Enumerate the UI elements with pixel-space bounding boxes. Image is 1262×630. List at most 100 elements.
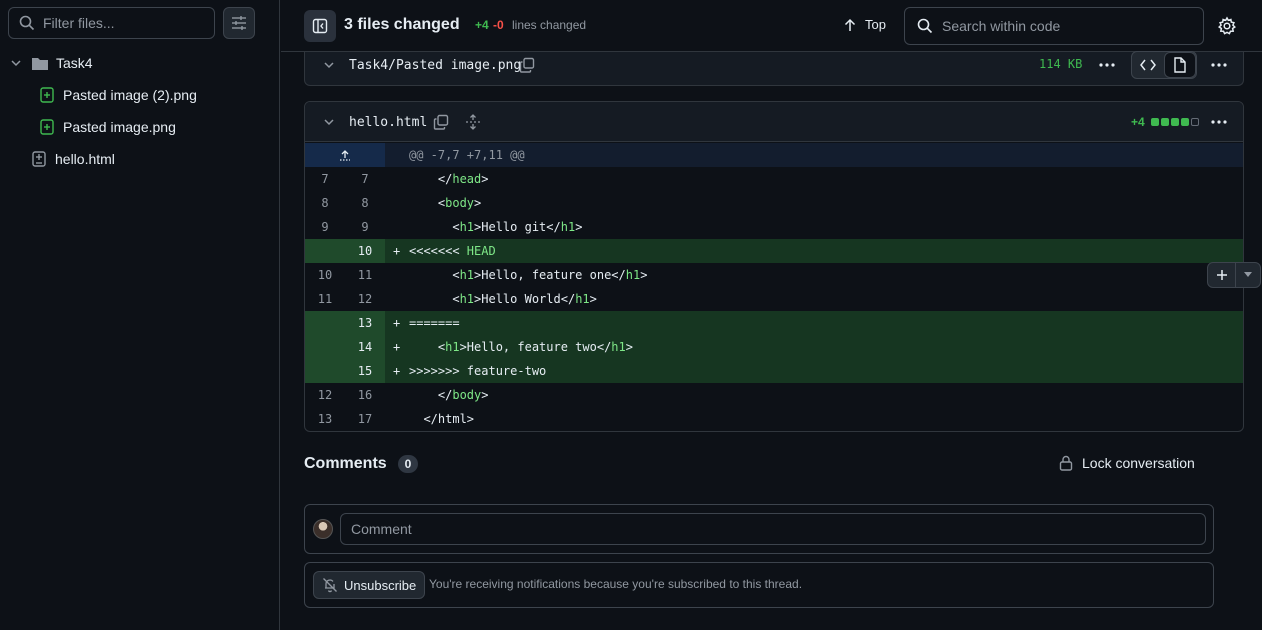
- expand-up-button[interactable]: [305, 143, 385, 167]
- sidebar-collapse-icon: [312, 18, 328, 34]
- file-diff-pasted-image: Task4/Pasted image.png 114 KB: [304, 51, 1244, 86]
- diff-row-context[interactable]: 12 16 </body>: [305, 383, 1243, 407]
- expand-all-button[interactable]: [463, 112, 483, 132]
- chevron-down-icon[interactable]: [323, 116, 335, 128]
- code-line: </html>: [409, 412, 475, 426]
- old-line-number[interactable]: 8: [305, 191, 345, 215]
- file-name[interactable]: Task4/Pasted image.png: [349, 58, 521, 73]
- settings-button[interactable]: [1217, 16, 1237, 39]
- file-header: hello.html +4: [305, 102, 1243, 142]
- file-size: 114 KB: [1039, 57, 1083, 71]
- filter-files-input[interactable]: [43, 15, 203, 31]
- file-diff-hello-html: hello.html +4 @@ -7,7 +7,11 @@ 77 </head…: [304, 101, 1244, 432]
- comments-heading: Comments: [304, 455, 387, 472]
- hunk-header: @@ -7,7 +7,11 @@: [385, 143, 1243, 167]
- unsubscribe-button[interactable]: Unsubscribe: [313, 571, 426, 599]
- deletions-count: -0: [493, 18, 504, 32]
- code-icon: [1140, 59, 1156, 71]
- gear-icon: [1218, 16, 1236, 35]
- diffstat-square: [1171, 118, 1179, 126]
- top-button[interactable]: Top: [843, 17, 886, 32]
- filter-options-button[interactable]: [223, 7, 255, 39]
- new-line-number[interactable]: 12: [345, 287, 385, 311]
- old-line-number[interactable]: 9: [305, 215, 345, 239]
- old-line-number[interactable]: 7: [305, 167, 345, 191]
- diff-row-context[interactable]: 13 17 </html>: [305, 407, 1243, 431]
- diff-row-context[interactable]: 11 12 <h1>Hello World</h1>: [305, 287, 1243, 311]
- search-within-code-input[interactable]: [942, 18, 1182, 34]
- file-tree-sidebar: Task4 Pasted image (2).png Pasted image.…: [0, 0, 280, 630]
- diff-row-context[interactable]: 99 <h1>Hello git</h1>: [305, 215, 1243, 239]
- line-actions-dropdown[interactable]: [1236, 263, 1260, 287]
- old-line-number[interactable]: [305, 335, 345, 359]
- code-line: <h1>Hello World</h1>: [409, 292, 597, 306]
- old-line-number[interactable]: 13: [305, 407, 345, 431]
- folder-icon: [32, 58, 48, 70]
- tree-file-hello-html[interactable]: hello.html: [0, 143, 279, 175]
- copy-icon: [519, 57, 535, 73]
- search-within-code-field[interactable]: [904, 7, 1204, 45]
- filter-files-field[interactable]: [8, 7, 215, 39]
- lock-conversation-label: Lock conversation: [1082, 455, 1195, 471]
- code-view-button[interactable]: [1132, 52, 1164, 78]
- diff-row-added[interactable]: 14 + <h1>Hello, feature two</h1>: [305, 335, 1243, 359]
- old-line-number[interactable]: 10: [305, 263, 345, 287]
- avatar: [313, 519, 333, 539]
- additions-count: +4: [475, 18, 489, 32]
- copy-path-button[interactable]: [517, 55, 537, 75]
- comment-input[interactable]: [340, 513, 1206, 545]
- copy-path-button[interactable]: [431, 112, 451, 132]
- code-line: + =======: [385, 311, 1243, 335]
- file-view-button[interactable]: [1164, 52, 1196, 78]
- plus-icon: [1216, 270, 1227, 280]
- file-added-icon: [40, 87, 54, 103]
- old-line-number[interactable]: 12: [305, 383, 345, 407]
- new-line-number[interactable]: 7: [345, 167, 385, 191]
- diff-header: 3 files changed +4 -0 lines changed Top: [281, 0, 1262, 52]
- old-line-number[interactable]: [305, 239, 345, 263]
- copy-icon: [433, 114, 449, 130]
- diff-row-added[interactable]: 13 + =======: [305, 311, 1243, 335]
- line-actions-button[interactable]: [1207, 262, 1261, 288]
- diff-row-added[interactable]: 15 + >>>>>>> feature-two: [305, 359, 1243, 383]
- new-line-number[interactable]: 13: [345, 311, 385, 335]
- new-line-number[interactable]: 10: [345, 239, 385, 263]
- new-line-number[interactable]: 8: [345, 191, 385, 215]
- tree-item-label: Pasted image.png: [63, 119, 176, 135]
- lock-conversation-button[interactable]: Lock conversation: [1059, 455, 1195, 471]
- new-line-number[interactable]: 11: [345, 263, 385, 287]
- diffstat-square: [1181, 118, 1189, 126]
- diff-table: @@ -7,7 +7,11 @@ 77 </head> 8 8 <body> 9 9 <…: [305, 143, 1243, 431]
- diff-row-context[interactable]: 10 11 <h1>Hello, feature one</h1>: [305, 263, 1243, 287]
- old-line-number[interactable]: [305, 359, 345, 383]
- file-more-button[interactable]: [1207, 110, 1231, 134]
- chevron-down-icon[interactable]: [323, 59, 335, 71]
- tree-file-pasted-image[interactable]: Pasted image.png: [0, 111, 279, 143]
- tree-file-pasted-image-2[interactable]: Pasted image (2).png: [0, 79, 279, 111]
- new-line-number[interactable]: 16: [345, 383, 385, 407]
- file-added-icon: [40, 119, 54, 135]
- diffstat-bar: [1151, 118, 1199, 126]
- code-line: <h1>Hello git</h1>: [409, 220, 583, 234]
- new-line-number[interactable]: 9: [345, 215, 385, 239]
- comments-count-badge: 0: [398, 455, 418, 473]
- arrow-up-icon: [844, 18, 856, 31]
- old-line-number[interactable]: [305, 311, 345, 335]
- file-name[interactable]: hello.html: [349, 115, 427, 130]
- new-line-number[interactable]: 17: [345, 407, 385, 431]
- old-line-number[interactable]: 11: [305, 287, 345, 311]
- tree-folder-task4[interactable]: Task4: [0, 47, 279, 79]
- add-comment-button[interactable]: [1208, 263, 1236, 287]
- view-toggle: [1131, 51, 1197, 79]
- diff-row-context[interactable]: 77 </head>: [305, 167, 1243, 191]
- new-line-number[interactable]: 14: [345, 335, 385, 359]
- file-more-button[interactable]: [1207, 53, 1231, 77]
- unfold-icon: [466, 114, 480, 130]
- diff-row-added[interactable]: 10 + <<<<<<< HEAD: [305, 239, 1243, 263]
- diffstat-square: [1151, 118, 1159, 126]
- file-options-button[interactable]: [1095, 53, 1119, 77]
- diff-row-context[interactable]: 88 <body>: [305, 191, 1243, 215]
- new-line-number[interactable]: 15: [345, 359, 385, 383]
- tree-item-label: Pasted image (2).png: [63, 87, 197, 103]
- toggle-sidebar-button[interactable]: [304, 10, 336, 42]
